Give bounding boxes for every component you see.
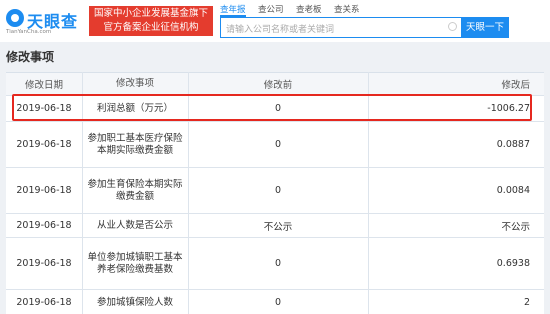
cell-item: 单位参加城镇职工基本养老保险缴费基数: [87, 251, 183, 275]
table-row: 2019-06-18 单位参加城镇职工基本养老保险缴费基数 0 0.6938: [6, 238, 544, 290]
cell-date: 2019-06-18: [16, 185, 72, 196]
table-row: 2019-06-18 参加职工基本医疗保险本期实际缴费金额 0 0.0887: [6, 122, 544, 168]
cell-item: 从业人数是否公示: [96, 219, 173, 231]
banner-line-2: 官方备案企业征信机构: [103, 22, 199, 33]
cell-item: 参加城镇保险人数: [96, 296, 173, 308]
cell-after: 0.0084: [496, 185, 530, 196]
cell-date: 2019-06-18: [16, 297, 72, 308]
cell-before: 0: [274, 297, 282, 308]
search-input[interactable]: 请输入公司名称或者关键词: [220, 17, 462, 38]
cell-after: 2: [523, 297, 530, 308]
tab-company[interactable]: 查公司: [258, 3, 284, 15]
highlight-box: [12, 94, 532, 121]
banner-line-1: 国家中小企业发展基金旗下: [93, 8, 208, 19]
eye-logo-icon: [6, 9, 24, 27]
cell-date: 2019-06-18: [16, 258, 72, 269]
tab-relations[interactable]: 查关系: [334, 3, 360, 15]
table-header-row: 修改日期 修改事项 修改前 修改后: [6, 73, 544, 96]
cell-after: 0.6938: [496, 258, 530, 269]
cell-before: 0: [274, 185, 282, 196]
logo[interactable]: 天眼查 TianYanCha.com: [6, 6, 86, 36]
search-button[interactable]: 天眼一下: [461, 17, 509, 38]
table-row: 2019-06-18 参加城镇保险人数 0 2: [6, 290, 544, 314]
cell-date: 2019-06-18: [16, 139, 72, 150]
column-header-after: 修改后: [501, 80, 530, 91]
column-header-item: 修改事项: [115, 78, 154, 89]
top-header: 天眼查 TianYanCha.com 国家中小企业发展基金旗下 官方备案企业征信…: [0, 0, 550, 42]
cell-before: 0: [274, 139, 282, 150]
tab-boss[interactable]: 查老板: [296, 3, 322, 15]
cell-before: 不公示: [263, 221, 293, 233]
column-header-before: 修改前: [263, 80, 293, 91]
cell-date: 2019-06-18: [16, 220, 72, 231]
search-icon: [448, 22, 457, 31]
cell-item: 参加生育保险本期实际缴费金额: [87, 178, 183, 202]
certification-banner: 国家中小企业发展基金旗下 官方备案企业征信机构: [89, 6, 213, 36]
cell-after: 0.0887: [496, 139, 530, 150]
tab-annual-report[interactable]: 查年报: [220, 3, 246, 15]
section-title: 修改事项: [6, 50, 55, 64]
cell-item: 参加职工基本医疗保险本期实际缴费金额: [87, 132, 183, 156]
table-row: 2019-06-18 从业人数是否公示 不公示 不公示: [6, 214, 544, 238]
cell-before: 0: [274, 258, 282, 269]
cell-after: 不公示: [501, 221, 530, 233]
logo-subtext: TianYanCha.com: [6, 29, 52, 35]
table-row: 2019-06-18 参加生育保险本期实际缴费金额 0 0.0084: [6, 168, 544, 214]
column-header-date: 修改日期: [24, 80, 63, 91]
